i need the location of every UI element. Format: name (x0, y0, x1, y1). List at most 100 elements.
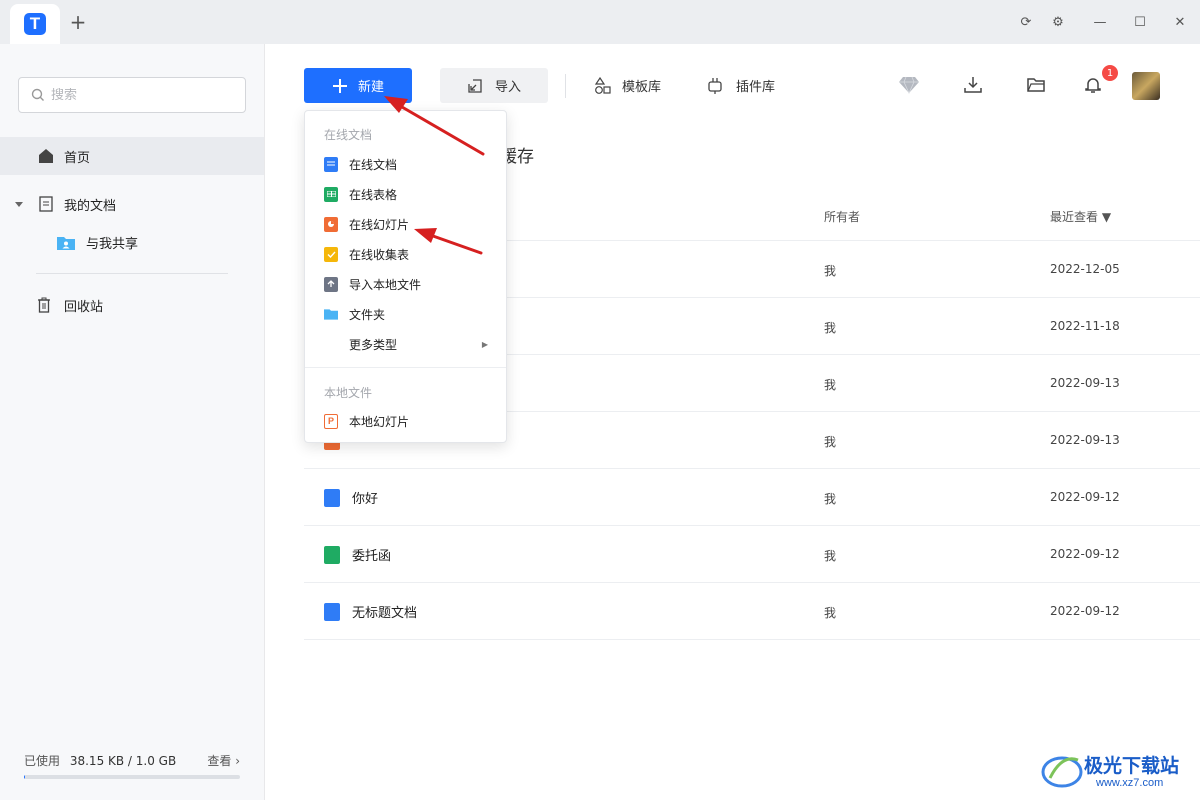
list-item-owner: 我 (824, 321, 837, 335)
storage-value: 38.15 KB / 1.0 GB (69, 754, 177, 768)
close-button[interactable]: ✕ (1168, 10, 1192, 34)
menu-divider (305, 367, 506, 368)
plugin-library-button[interactable]: 插件库 (706, 68, 775, 103)
sidebar-item-label: 与我共享 (86, 236, 139, 252)
folder-icon (324, 307, 338, 322)
menu-item-online-doc[interactable]: 在线文档 (305, 149, 506, 179)
ppt-icon: P (324, 413, 338, 429)
list-item[interactable]: 无标题文档 我 2022-09-12 (304, 583, 1200, 640)
doc-icon (324, 603, 340, 621)
trash-icon (34, 295, 54, 315)
doc-icon (324, 489, 340, 507)
storage-label: 已使用 (24, 754, 61, 768)
template-icon (594, 76, 611, 94)
sidebar-item-shared-with-me[interactable]: 与我共享 (0, 223, 264, 261)
toolbar-divider (565, 74, 566, 98)
menu-item-label: 导入本地文件 (349, 277, 422, 292)
storage-usage: 已使用 38.15 KB / 1.0 GB 查看 › (24, 752, 240, 779)
sheet-icon (324, 546, 340, 564)
plugin-icon (708, 77, 722, 94)
menu-item-online-form[interactable]: 在线收集表 (305, 239, 506, 269)
sidebar: 首页 我的文档 与我共享 回收站 已使用 38.15 KB / 1.0 GB 查… (0, 44, 265, 800)
form-icon (324, 246, 338, 262)
app-tab[interactable]: T (10, 4, 60, 44)
sidebar-item-my-documents[interactable]: 我的文档 (0, 185, 264, 223)
avatar[interactable] (1132, 72, 1160, 100)
sidebar-item-recycle-bin[interactable]: 回收站 (0, 286, 264, 324)
list-item-date: 2022-09-12 (1050, 490, 1120, 504)
menu-item-local-slide[interactable]: P 本地幻灯片 (305, 406, 506, 436)
minimize-button[interactable]: — (1088, 10, 1112, 34)
app-logo-icon: T (24, 13, 46, 35)
list-item-date: 2022-12-05 (1050, 262, 1120, 276)
list-item-date: 2022-09-12 (1050, 547, 1120, 561)
menu-item-label: 更多类型 (349, 337, 398, 352)
submenu-arrow-icon: ▶ (481, 339, 488, 349)
search-icon (31, 88, 44, 101)
menu-group-local: 本地文件 (324, 386, 373, 400)
watermark-text: 极光下载站 (1084, 755, 1180, 777)
column-header-recent[interactable]: 最近查看 ▼ (1050, 208, 1111, 225)
sidebar-item-home[interactable]: 首页 (0, 137, 264, 175)
maximize-button[interactable]: ☐ (1128, 10, 1152, 34)
new-button[interactable]: 新建 (304, 68, 412, 103)
list-item-date: 2022-09-13 (1050, 433, 1120, 447)
notification-badge: 1 (1102, 65, 1118, 81)
list-item[interactable]: 委托函 我 2022-09-12 (304, 526, 1200, 583)
menu-item-folder[interactable]: 文件夹 (305, 299, 506, 329)
folder-icon[interactable] (1023, 72, 1049, 98)
sidebar-divider (36, 273, 228, 274)
download-icon[interactable] (960, 72, 986, 98)
refresh-icon[interactable]: ⟳ (1014, 10, 1038, 34)
plus-icon (332, 78, 347, 93)
menu-item-more-types[interactable]: 更多类型 ▶ (305, 329, 506, 359)
list-item-name: 你好 (352, 492, 379, 507)
watermark-url: www.xz7.com (1096, 777, 1164, 789)
new-button-label: 新建 (357, 80, 384, 95)
list-item-owner: 我 (824, 378, 837, 392)
list-item-owner: 我 (824, 549, 837, 563)
plugin-library-label: 插件库 (736, 80, 776, 95)
list-item-date: 2022-11-18 (1050, 319, 1120, 333)
list-item-name: 无标题文档 (352, 606, 418, 621)
list-item-owner: 我 (824, 264, 837, 278)
column-header-owner[interactable]: 所有者 (824, 208, 860, 225)
diamond-icon[interactable] (896, 72, 922, 98)
menu-item-import-local[interactable]: 导入本地文件 (305, 269, 506, 299)
template-library-label: 模板库 (622, 80, 662, 95)
menu-item-label: 在线幻灯片 (349, 217, 410, 232)
template-library-button[interactable]: 模板库 (594, 68, 661, 103)
slide-icon (324, 216, 338, 232)
search-input[interactable] (51, 87, 231, 103)
storage-progress-bar (24, 775, 240, 779)
menu-item-label: 在线收集表 (349, 247, 410, 262)
menu-item-online-slide[interactable]: 在线幻灯片 (305, 209, 506, 239)
import-button[interactable]: 导入 (440, 68, 548, 103)
import-button-label: 导入 (494, 80, 521, 95)
menu-item-label: 在线文档 (349, 157, 398, 172)
import-icon (468, 78, 482, 93)
list-item-owner: 我 (824, 606, 837, 620)
menu-item-label: 文件夹 (349, 307, 386, 322)
search-box[interactable] (18, 77, 246, 113)
list-item[interactable]: 你好 我 2022-09-12 (304, 469, 1200, 526)
storage-progress-fill (24, 775, 26, 779)
list-item-owner: 我 (824, 435, 837, 449)
doc-icon (324, 156, 338, 172)
menu-item-online-sheet[interactable]: 在线表格 (305, 179, 506, 209)
new-tab-button[interactable]: + (66, 10, 90, 34)
shared-folder-icon (56, 232, 76, 252)
expand-arrow-icon[interactable] (14, 199, 24, 209)
new-dropdown-menu: 在线文档 在线文档 在线表格 在线幻灯片 在线收集表 导入本地文件 文件夹 更多… (304, 110, 507, 443)
list-item-date: 2022-09-13 (1050, 376, 1120, 390)
document-icon (36, 194, 56, 214)
home-icon (36, 146, 56, 166)
sheet-icon (324, 186, 338, 202)
list-item-date: 2022-09-12 (1050, 604, 1120, 618)
menu-item-label: 在线表格 (349, 187, 398, 202)
sidebar-item-label: 首页 (64, 150, 91, 166)
list-item-name: 委托函 (352, 549, 392, 564)
storage-view-link[interactable]: 查看 › (207, 752, 240, 769)
upload-icon (324, 276, 338, 292)
settings-icon[interactable]: ⚙ (1046, 10, 1070, 34)
